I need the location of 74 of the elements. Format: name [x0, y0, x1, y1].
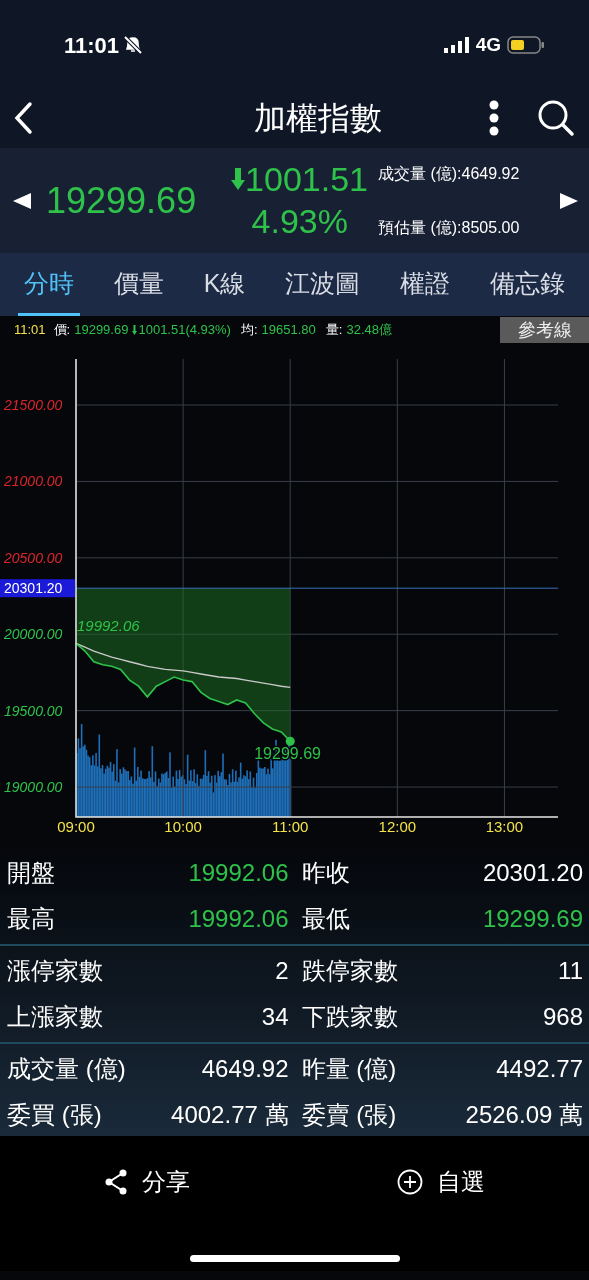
average-label: 均: [240, 321, 258, 340]
previous-icon[interactable] [12, 190, 32, 211]
volume-text: 成交量 (億):4649.92 [378, 163, 521, 184]
stat-label: 昨收 [301, 858, 350, 888]
stat-label: 最低 [301, 904, 350, 934]
index-price: 19299.69 [46, 178, 198, 223]
add-icon [397, 1169, 424, 1195]
tab[interactable]: 備忘錄 [484, 253, 571, 316]
estimated-volume-text: 預估量 (億):8505.00 [378, 217, 521, 238]
stat-value: 968 [542, 1002, 583, 1032]
stat-label: 成交量 (億) [7, 1054, 126, 1084]
stat-value: 20301.20 [482, 858, 583, 888]
axis-label: 10:00 [164, 818, 202, 835]
time-text: 11:01 [14, 321, 46, 340]
stat-label: 委賣 (張) [301, 1100, 397, 1130]
stat-label: 漲停家數 [7, 956, 103, 986]
price-label: 價: [53, 321, 71, 340]
stat-label: 下跌家數 [301, 1002, 398, 1032]
last-price-dot [285, 736, 295, 746]
network-type: 4G [475, 32, 501, 57]
stat-label: 上漲家數 [7, 1002, 103, 1032]
volume-label: 量: [325, 321, 343, 340]
stat-label: 昨量 (億) [301, 1054, 397, 1084]
price-change: 1001.51 [245, 158, 368, 199]
percent-change: 4.93% [251, 200, 348, 242]
stat-label: 跌停家數 [301, 956, 398, 986]
stat-label: 委買 (張) [7, 1100, 102, 1130]
stat-label: 開盤 [7, 858, 55, 888]
reference-line-button[interactable]: 參考線 [500, 317, 589, 343]
stat-value: 34 [261, 1002, 289, 1032]
axis-label: 19000.00 [4, 779, 63, 796]
stat-value: 4649.92 [201, 1054, 289, 1084]
tab[interactable]: K線 [197, 253, 252, 316]
page-title: 加權指數 [253, 99, 382, 138]
signal-icon [443, 37, 470, 53]
down-arrow-icon [132, 325, 138, 335]
bell-off-icon [123, 35, 144, 55]
stat-value: 4002.77 萬 [171, 1100, 289, 1130]
stat-value: 4492.77 [496, 1054, 583, 1084]
stat-value: 19299.69 [482, 904, 583, 934]
tab[interactable]: 權證 [394, 253, 457, 316]
tab[interactable]: 價量 [107, 253, 170, 316]
axis-label: 11:00 [272, 818, 309, 835]
stat-value: 2526.09 萬 [465, 1100, 583, 1130]
stat-value: 19992.06 [188, 904, 289, 934]
ref-line-label: 20301.20 [4, 580, 63, 597]
stat-label: 最高 [7, 904, 55, 934]
open-price-label: 19992.06 [77, 617, 140, 635]
stat-value: 19992.06 [188, 858, 289, 888]
status-time: 11:01 [64, 28, 144, 62]
change-value: 1001.51(4.93%) [138, 321, 231, 340]
battery-icon [507, 36, 545, 54]
axis-label: 20000.00 [4, 626, 63, 643]
share-button[interactable]: 分享 [103, 1164, 190, 1200]
stat-value: 11 [558, 956, 583, 986]
watchlist-button[interactable]: 自選 [397, 1164, 486, 1200]
price-value: 19299.69 [74, 321, 129, 340]
search-icon[interactable] [537, 99, 575, 137]
tab[interactable]: 江波圖 [279, 253, 367, 316]
axis-label: 21500.00 [4, 397, 63, 413]
average-value: 19651.80 [261, 321, 316, 340]
axis-label: 19500.00 [4, 702, 63, 719]
axis-label: 20500.00 [4, 549, 63, 566]
stat-value: 2 [275, 956, 289, 986]
down-arrow-icon [231, 167, 246, 190]
axis-label: 12:00 [378, 818, 417, 835]
axis-label: 13:00 [485, 818, 524, 835]
reference-price-label: 20301.20 [0, 579, 75, 598]
next-icon[interactable] [559, 190, 579, 211]
share-icon [103, 1169, 128, 1195]
more-icon[interactable] [489, 100, 499, 136]
axis-label: 09:00 [57, 818, 95, 835]
volume-value: 32.48億 [346, 321, 392, 340]
axis-label: 21000.00 [4, 473, 63, 490]
